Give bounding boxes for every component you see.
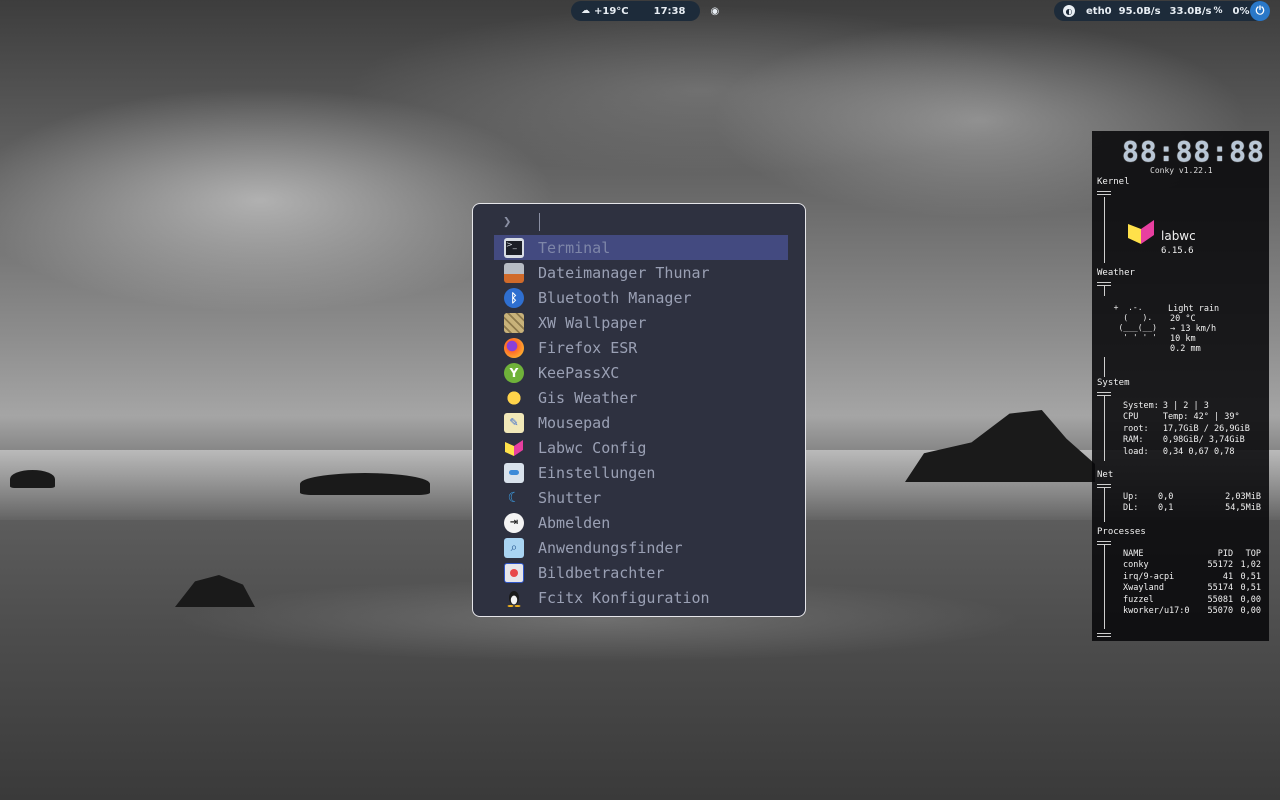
kernel-version: 6.15.6 [1161, 246, 1194, 256]
list-item[interactable]: Einstellungen [494, 460, 788, 485]
power-icon: ⏻ [1255, 4, 1265, 17]
wm-name: labwc [1161, 229, 1196, 243]
conky-version: Conky v1.22.1 [1150, 166, 1213, 175]
top-bar-center: ☁ +19°C 17:38 ◉ [571, 1, 719, 21]
list-item[interactable]: Bildbetrachter [494, 560, 788, 585]
volume-level[interactable]: 0% [1232, 6, 1249, 17]
list-item[interactable]: XW Wallpaper [494, 310, 788, 335]
net-download-rate: 95.0B/s [1118, 5, 1161, 17]
top-bar-right: ◐ eth0 95.0B/s 33.0B/s % 0% ◀ ⏻ [1054, 1, 1270, 21]
net-section-title: Net [1097, 470, 1114, 480]
firefox-icon [504, 337, 524, 358]
list-item[interactable]: >_ Terminal [494, 235, 788, 260]
list-item[interactable]: ✎ Mousepad [494, 410, 788, 435]
divider [1104, 545, 1105, 629]
weather-wind: → 13 km/h [1170, 324, 1217, 334]
logout-icon: ⇥ [504, 512, 524, 533]
list-item[interactable]: Fcitx Konfiguration [494, 585, 788, 610]
net-interface: eth0 [1086, 5, 1112, 17]
net-upload-rate: 33.0B/s [1169, 5, 1212, 17]
list-item[interactable]: ⌕ Anwendungsfinder [494, 535, 788, 560]
divider [1104, 396, 1105, 461]
weather-rain-icon: ☁ [581, 6, 590, 16]
conky-clock: 88:88:88 [1122, 135, 1265, 168]
list-item[interactable]: ⇥ Abmelden [494, 510, 788, 535]
system-section-title: System [1097, 378, 1130, 388]
weather-temp: 20 °C [1170, 314, 1196, 324]
bluetooth-icon: ᛒ [504, 287, 524, 308]
table-row: load: 0,34 0,67 0,78 [1123, 446, 1235, 457]
table-row: kworker/u17:0 55070 0,00 [1123, 606, 1261, 617]
table-row: fuzzel 55081 0,00 [1123, 594, 1261, 605]
list-item[interactable]: Y KeePassXC [494, 360, 788, 385]
list-item[interactable]: ☾ Shutter [494, 485, 788, 510]
divider [1097, 633, 1111, 637]
weather-precip: 0.2 mm [1170, 344, 1201, 354]
eye-icon[interactable]: ◉ [710, 6, 719, 17]
table-row: root: 17,7GiB / 26,9GiB [1123, 423, 1250, 434]
list-item[interactable]: Firefox ESR [494, 335, 788, 360]
weather-sun-icon [504, 387, 524, 408]
weather-temp: +19°C [594, 5, 629, 17]
divider [1097, 191, 1111, 195]
wallpaper-rock [300, 473, 430, 495]
table-header: NAME PID TOP [1123, 549, 1261, 559]
divider [1104, 197, 1105, 263]
tux-icon [504, 588, 524, 608]
wallpaper-icon [504, 312, 524, 333]
table-row: irq/9-acpi 41 0,51 [1123, 571, 1261, 582]
network-globe-icon[interactable]: ◐ [1063, 5, 1075, 17]
table-row: Up: 0,0 2,03MiB [1123, 492, 1261, 502]
labwc-icon [504, 438, 524, 458]
image-viewer-icon [504, 562, 524, 583]
prompt-icon: ❯ [503, 214, 512, 230]
power-button[interactable]: ⏻ [1250, 1, 1270, 21]
weather-ascii-art: + .-. ( ). (___(__) ' ' ' ' [1113, 303, 1157, 342]
list-item[interactable]: Gis Weather [494, 385, 788, 410]
conky-widget: 88:88:88 Conky v1.22.1 Kernel labwc 6.15… [1092, 131, 1269, 641]
link-icon: % [1213, 6, 1223, 16]
clock[interactable]: 17:38 [654, 6, 686, 17]
list-item[interactable]: ᛒ Bluetooth Manager [494, 285, 788, 310]
weather-visibility: 10 km [1170, 334, 1196, 344]
settings-icon [504, 462, 524, 483]
search-input[interactable] [539, 213, 540, 231]
table-row: RAM: 0,98GiB/ 3,74GiB [1123, 435, 1245, 446]
app-launcher: ❯ >_ Terminal Dateimanager Thunar ᛒ Blue… [472, 203, 806, 617]
divider [1104, 488, 1105, 522]
wallpaper-rock [905, 410, 1095, 482]
process-table: NAME PID TOP conky 55172 1,02 irq/9-acpi 41 0,… [1123, 549, 1265, 617]
wallpaper-rock [10, 470, 55, 488]
system-table: System: 3 | 2 | 3 CPU Temp: 42° | 39° root… [1123, 401, 1254, 458]
processes-section-title: Processes [1097, 527, 1146, 537]
text-editor-icon: ✎ [504, 412, 524, 433]
weather-section-title: Weather [1097, 268, 1135, 278]
table-row: DL: 0,1 54,5MiB [1123, 503, 1261, 514]
screenshot-icon: ☾ [507, 489, 521, 506]
table-row: conky 55172 1,02 [1123, 560, 1261, 571]
keepassxc-icon: Y [504, 362, 524, 383]
list-item[interactable]: Dateimanager Thunar [494, 260, 788, 285]
list-item[interactable]: Labwc Config [494, 435, 788, 460]
labwc-icon [1128, 220, 1154, 248]
divider [1104, 357, 1105, 377]
file-manager-icon [504, 262, 524, 283]
weather-desc: Light rain [1168, 304, 1220, 314]
table-row: System: 3 | 2 | 3 [1123, 401, 1209, 411]
net-table: Up: 0,0 2,03MiB DL: 0,1 54,5MiB [1123, 492, 1265, 515]
app-list: >_ Terminal Dateimanager Thunar ᛒ Blueto… [494, 235, 788, 610]
app-finder-icon: ⌕ [504, 537, 524, 558]
terminal-icon: >_ [504, 237, 524, 258]
table-row: Xwayland 55174 0,51 [1123, 583, 1261, 594]
table-row: CPU Temp: 42° | 39° [1123, 412, 1240, 423]
kernel-section-title: Kernel [1097, 177, 1130, 187]
divider [1104, 286, 1105, 296]
